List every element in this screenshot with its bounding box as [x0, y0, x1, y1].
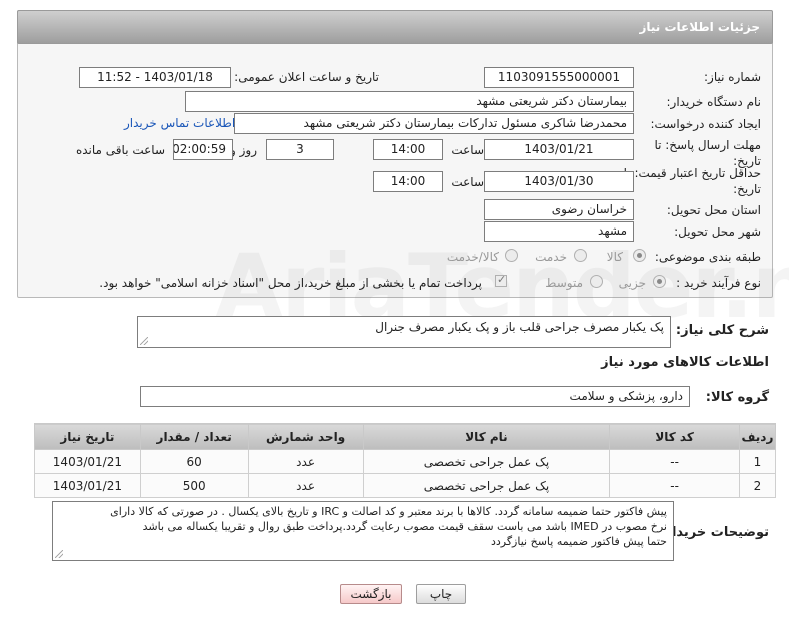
- province-label: استان محل تحویل:: [666, 203, 761, 217]
- buyer-notes-line: حتما پیش فاکتور ضمیمه پاسخ نیازگردد: [490, 535, 667, 548]
- col-name: نام کالا: [362, 423, 611, 450]
- col-unit: واحد شمارش: [247, 423, 364, 450]
- page-title: جزئیات اطلاعات نیاز: [639, 20, 760, 34]
- treasury-payment-checkbox[interactable]: [495, 273, 507, 287]
- days-label: روز و: [230, 143, 257, 157]
- price-time-label: ساعت: [451, 175, 484, 189]
- panel-header: جزئیات اطلاعات نیاز: [17, 10, 773, 44]
- description-textarea[interactable]: پک یکبار مصرف جراحی قلب باز و پک یکبار م…: [137, 316, 671, 348]
- items-table: ردیف کد کالا نام کالا واحد شمارش تعداد /…: [34, 423, 777, 498]
- resize-grip-icon[interactable]: [55, 550, 63, 558]
- cell-unit: عدد: [247, 473, 364, 498]
- cell-row: 2: [738, 473, 777, 498]
- buyer-notes-line: نرخ مصوب در IMED باشد می باست سقف قیمت م…: [142, 520, 667, 533]
- treasury-payment-note: پرداخت تمام یا بخشی از مبلغ خرید،از محل …: [99, 276, 482, 290]
- buyer-org-field: بیمارستان دکتر شریعتی مشهد: [185, 91, 634, 112]
- cell-row: 1: [738, 449, 777, 474]
- purchase-minor-radio[interactable]: [653, 275, 666, 288]
- resize-grip-icon[interactable]: [140, 337, 148, 345]
- col-row: ردیف: [738, 423, 777, 450]
- buyer-contact-link[interactable]: اطلاعات تماس خریدار: [124, 116, 235, 130]
- category-service-label: خدمت: [535, 250, 567, 264]
- province-field: خراسان رضوی: [484, 199, 634, 220]
- creator-field: محمدرضا شاکری مسئول تدارکات بیمارستان دک…: [234, 113, 634, 134]
- creator-label: ایجاد کننده درخواست:: [650, 117, 761, 131]
- table-row: 2 -- پک عمل جراحی تخصصی عدد 500 1403/01/…: [34, 473, 777, 498]
- city-label: شهر محل تحویل:: [674, 225, 761, 239]
- price-validity-label: حداقل تاریخ اعتبار قیمت: تا تاریخ:: [623, 166, 761, 196]
- col-date: تاریخ نیاز: [34, 423, 141, 450]
- buyer-notes-textarea[interactable]: پیش فاکتور حتما ضمیمه سامانه گردد. کالاه…: [52, 501, 674, 561]
- purchase-type-label: نوع فرآیند خرید :: [676, 276, 761, 290]
- need-number-label: شماره نیاز:: [704, 70, 761, 84]
- cell-qty: 60: [139, 449, 249, 474]
- col-qty: تعداد / مقدار: [139, 423, 249, 450]
- col-code: کد کالا: [609, 423, 740, 450]
- remaining-days-field: 3: [266, 139, 334, 160]
- table-row: 1 -- پک عمل جراحی تخصصی عدد 60 1403/01/2…: [34, 449, 777, 474]
- category-goods-label: کالا: [606, 250, 623, 264]
- buyer-notes-line: پیش فاکتور حتما ضمیمه سامانه گردد. کالاه…: [110, 505, 667, 518]
- cell-date: 1403/01/21: [34, 473, 141, 498]
- cell-unit: عدد: [247, 449, 364, 474]
- table-header-row: ردیف کد کالا نام کالا واحد شمارش تعداد /…: [34, 423, 777, 450]
- reply-time-label: ساعت: [451, 143, 484, 157]
- back-button[interactable]: بازگشت: [340, 584, 402, 604]
- goods-group-field: دارو، پزشکی و سلامت: [140, 386, 690, 407]
- cell-date: 1403/01/21: [34, 449, 141, 474]
- reply-date-field: 1403/01/21: [484, 139, 634, 160]
- announce-label: تاریخ و ساعت اعلان عمومی:: [234, 70, 379, 84]
- cell-code: --: [609, 449, 740, 474]
- category-goods-radio[interactable]: [633, 249, 646, 262]
- reply-time-field: 14:00: [373, 139, 443, 160]
- purchase-medium-label: متوسط: [545, 276, 583, 290]
- buyer-notes-label: توضیحات خریدار:: [659, 525, 769, 540]
- city-field: مشهد: [484, 221, 634, 242]
- cell-name: پک عمل جراحی تخصصی: [362, 449, 611, 474]
- buyer-org-label: نام دستگاه خریدار:: [666, 95, 762, 109]
- remaining-time-field: 02:00:59: [173, 139, 233, 160]
- price-time-field: 14:00: [373, 171, 443, 192]
- cell-name: پک عمل جراحی تخصصی: [362, 473, 611, 498]
- goods-group-label: گروه کالا:: [705, 390, 769, 405]
- remaining-label: ساعت باقی مانده: [75, 143, 165, 157]
- goods-section-title: اطلاعات کالاهای مورد نیاز: [601, 355, 769, 370]
- print-button[interactable]: چاپ: [416, 584, 466, 604]
- cell-code: --: [609, 473, 740, 498]
- category-label: طبقه بندی موضوعی:: [654, 250, 761, 264]
- category-both-radio[interactable]: [505, 249, 518, 262]
- price-date-field: 1403/01/30: [484, 171, 634, 192]
- description-label: شرح کلی نیاز:: [675, 323, 769, 338]
- cell-qty: 500: [139, 473, 249, 498]
- purchase-minor-label: جزیی: [618, 276, 646, 290]
- purchase-medium-radio[interactable]: [590, 275, 603, 288]
- category-service-radio[interactable]: [574, 249, 587, 262]
- description-text: پک یکبار مصرف جراحی قلب باز و پک یکبار م…: [375, 320, 664, 334]
- need-number-field: 1103091555000001: [484, 67, 634, 88]
- category-both-label: کالا/خدمت: [446, 250, 499, 264]
- announce-field: 1403/01/18 - 11:52: [79, 67, 231, 88]
